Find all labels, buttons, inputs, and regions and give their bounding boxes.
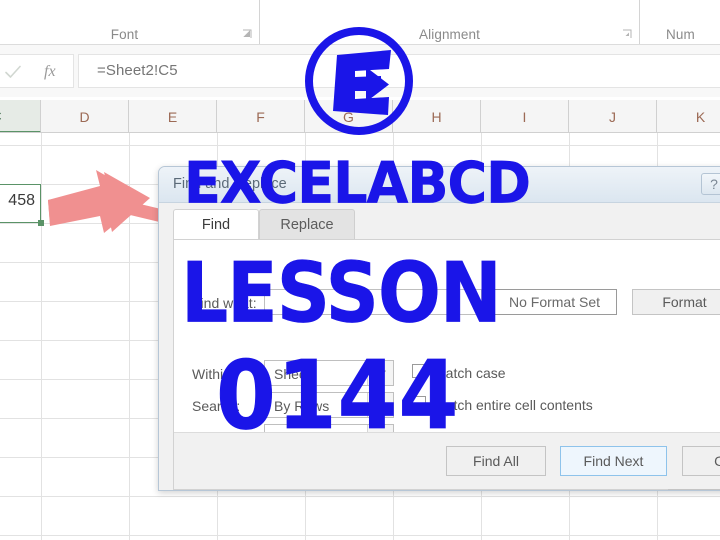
grid-line-horizontal: [0, 145, 720, 146]
column-header-label: K: [695, 108, 706, 125]
tab-replace-label: Replace: [280, 216, 334, 233]
close-button-label: Close: [714, 453, 720, 469]
column-header-label: C: [0, 108, 2, 124]
dialog-launcher-icon[interactable]: [240, 27, 253, 40]
find-all-button-label: Find All: [473, 453, 519, 469]
brand-line-1: EXCELABCD: [184, 149, 532, 217]
ribbon-group-number: Num: [640, 0, 720, 45]
grid-line-vertical: [129, 133, 130, 540]
grid-line-horizontal: [0, 496, 720, 497]
column-header-e[interactable]: E: [129, 100, 217, 133]
column-header-label: E: [167, 108, 178, 125]
column-header-k[interactable]: K: [657, 100, 720, 133]
column-header-label: H: [431, 108, 442, 125]
formula-bar-icon-group: fx: [0, 54, 74, 88]
format-button[interactable]: Format: [632, 289, 720, 315]
ribbon-group-number-label: Num: [666, 27, 695, 42]
formula-input-value: =Sheet2!C5: [97, 62, 178, 79]
selected-cell-value: 458: [8, 192, 35, 209]
grid-line-horizontal: [0, 535, 720, 536]
column-header-d[interactable]: D: [41, 100, 129, 133]
ribbon-group-font-label: Font: [110, 27, 139, 42]
column-header-i[interactable]: I: [481, 100, 569, 133]
grid-line-vertical: [41, 133, 42, 540]
ribbon-group-font: Font: [0, 0, 260, 45]
dialog-launcher-icon[interactable]: [620, 27, 633, 40]
column-header-f[interactable]: F: [217, 100, 305, 133]
find-all-button[interactable]: Find All: [446, 446, 546, 476]
format-preview: No Format Set: [492, 289, 617, 315]
find-next-button[interactable]: Find Next: [560, 446, 667, 476]
help-button[interactable]: ?: [701, 173, 720, 195]
column-header-label: J: [609, 108, 616, 125]
fx-icon[interactable]: fx: [44, 63, 56, 81]
column-header-label: F: [256, 108, 265, 125]
selected-cell[interactable]: 458: [0, 184, 41, 223]
column-header-label: I: [522, 108, 527, 125]
brand-line-2: LESSON: [181, 245, 502, 342]
tab-find-label: Find: [201, 216, 231, 233]
fill-handle[interactable]: [38, 220, 44, 226]
format-button-label: Format: [662, 294, 707, 310]
excelabcd-e-arrow-logo-icon: [303, 25, 415, 137]
close-button[interactable]: Close: [682, 446, 720, 476]
find-next-button-label: Find Next: [583, 453, 644, 469]
column-header-label: D: [79, 108, 90, 125]
screenshot-root: Font Alignment Num fx =Sheet2!C5 D E F G…: [0, 0, 720, 540]
column-header-j[interactable]: J: [569, 100, 657, 133]
brand-line-3: 0144: [216, 341, 460, 452]
checkmark-icon[interactable]: [4, 63, 22, 81]
column-header-c[interactable]: C: [0, 100, 41, 133]
format-preview-label: No Format Set: [508, 294, 601, 310]
